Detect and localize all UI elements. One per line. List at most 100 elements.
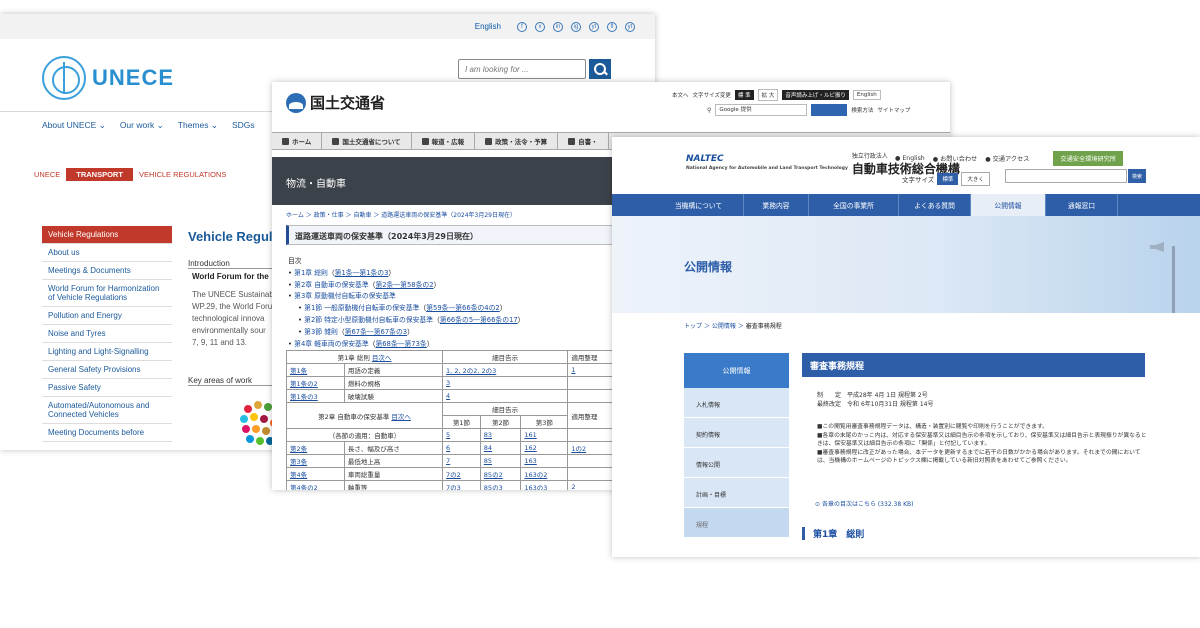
article-link[interactable]: 第1条の3 (286, 389, 345, 403)
detail-link[interactable]: 1, 2, 2の2, 2の3 (442, 363, 569, 377)
crumb-public-info[interactable]: 公開情報 (712, 323, 736, 330)
detail-link[interactable]: 5 (442, 428, 481, 442)
sdg-dot-icon[interactable] (244, 405, 252, 413)
video-icon[interactable]: yt (625, 21, 635, 32)
sdg-dot-icon[interactable] (254, 401, 262, 409)
sdg-dot-icon[interactable] (240, 415, 248, 423)
nav-whitepaper[interactable]: 自書・ (558, 133, 609, 149)
font-large-button[interactable]: 大きく (961, 172, 990, 186)
read-aloud-button[interactable]: 音声読み上げ・ルビ振り (782, 90, 849, 100)
skip-link[interactable]: 本文へ (672, 91, 689, 99)
sidebar-item-meetings[interactable]: Meetings & Documents (42, 262, 172, 280)
ntsel-button[interactable]: 交通安全環境研究所 (1053, 151, 1124, 166)
toc-chapter[interactable]: 第3節 雑則 (304, 328, 338, 336)
sdg-dot-icon[interactable] (250, 413, 258, 421)
sidebar-item-disclosure[interactable]: 情報公開 (684, 448, 789, 478)
sdg-dot-icon[interactable] (246, 435, 254, 443)
article-link[interactable]: 第3条 (286, 454, 345, 468)
font-standard-button[interactable]: 標準 (937, 173, 959, 185)
sdg-dot-icon[interactable] (256, 437, 264, 445)
nav-item[interactable]: 全国の事業所 (809, 194, 899, 216)
article-link[interactable]: 第1条 (286, 363, 345, 377)
font-large-button[interactable]: 拡 大 (757, 89, 779, 101)
detail-link[interactable]: 163の2 (520, 467, 569, 481)
detail-link[interactable]: 163の3 (520, 480, 569, 490)
detail-link[interactable]: 83 (479, 428, 522, 442)
detail-link[interactable]: 85の2 (479, 467, 522, 481)
nav-about[interactable]: 国土交通省について (322, 133, 412, 149)
article-link[interactable]: 第4条 (286, 467, 345, 481)
sidebar-head[interactable]: 公開情報 (684, 353, 789, 388)
unece-logo[interactable]: UNECE (42, 56, 174, 100)
toc-chapter[interactable]: 第2章 自動車の保安基準 (294, 281, 368, 289)
toc-chapter[interactable]: 第3章 原動機付自転車の保安基準 (294, 292, 396, 300)
detail-link[interactable]: 85の3 (479, 480, 522, 490)
toc-link[interactable]: 第68条―第73条 (375, 340, 426, 348)
facebook-icon[interactable]: f (517, 21, 527, 32)
search-input[interactable] (458, 59, 586, 79)
crumb-top[interactable]: トップ (684, 323, 702, 330)
article-link[interactable]: 第1条の2 (286, 376, 345, 390)
nav-themes[interactable]: Themes ⌄ (178, 120, 218, 131)
sdg-dot-icon[interactable] (262, 427, 270, 435)
nav-item[interactable]: よくある質問 (899, 194, 971, 216)
toc-link[interactable]: 第66条の5―第66条の17 (440, 316, 518, 324)
access-link[interactable]: ● 交通アクセス (985, 154, 1029, 163)
toc-link[interactable]: 第59条―第66条の4の2 (426, 304, 500, 312)
search-button[interactable] (811, 104, 848, 116)
language-link[interactable]: English (475, 22, 501, 31)
english-link[interactable]: English (852, 90, 881, 100)
sidebar-item-meeting-docs[interactable]: Meeting Documents before (42, 424, 172, 442)
detail-link[interactable]: 163 (520, 454, 569, 468)
toc-chapter[interactable]: 第2節 特定小型原動機付自転車の保安基準 (304, 316, 433, 324)
nav-about[interactable]: About UNECE ⌄ (42, 120, 106, 131)
sidebar-item-plans[interactable]: 計画・目標 (684, 478, 789, 508)
sdg-dot-icon[interactable] (242, 425, 250, 433)
flickr-icon[interactable]: fl (607, 21, 617, 32)
sidebar-item-vehicle-regulations[interactable]: Vehicle Regulations (42, 226, 172, 244)
detail-link[interactable]: 6 (442, 441, 481, 455)
sidebar-item-world-forum[interactable]: World Forum for Harmonization of Vehicle… (42, 280, 172, 307)
sidebar-item-general-safety[interactable]: General Safety Provisions (42, 361, 172, 379)
detail-link[interactable]: 85 (479, 454, 522, 468)
nav-item[interactable]: 業務内容 (744, 194, 809, 216)
sidebar-item-rules[interactable]: 規程 (684, 508, 789, 538)
crumb-vehicle-regulations[interactable]: VEHICLE REGULATIONS (139, 170, 226, 179)
search-input[interactable] (1005, 169, 1127, 183)
search-help-link[interactable]: 検索方法 (851, 106, 873, 114)
mlit-logo[interactable]: 国土交通省 (286, 92, 385, 113)
sidebar-item-bids[interactable]: 入札情報 (684, 388, 789, 418)
sidebar-item-about[interactable]: About us (42, 244, 172, 262)
nav-press[interactable]: 報道・広報 (412, 133, 476, 149)
nav-item[interactable]: 通報窓口 (1046, 194, 1118, 216)
article-link[interactable]: 第2条 (286, 441, 345, 455)
nav-item[interactable]: 当機構について (654, 194, 744, 216)
linkedin-icon[interactable]: in (553, 21, 563, 32)
search-button[interactable] (589, 59, 611, 79)
sidebar-item-noise[interactable]: Noise and Tyres (42, 325, 172, 343)
nav-our-work[interactable]: Our work ⌄ (120, 120, 164, 131)
font-standard-button[interactable]: 標 準 (734, 90, 754, 100)
x-icon[interactable]: x (535, 21, 545, 32)
sidebar-item-contracts[interactable]: 契約情報 (684, 418, 789, 448)
detail-link[interactable]: 7の3 (442, 480, 481, 490)
detail-link[interactable]: 4 (442, 389, 569, 403)
sdg-dot-icon[interactable] (264, 403, 272, 411)
breadcrumb[interactable]: ホーム ＞ 政策・仕事 ＞ 自動車 ＞ 道路運送車両の保安基準（2024年3月2… (286, 210, 516, 219)
instagram-icon[interactable]: ig (571, 21, 581, 32)
toc-link[interactable]: 第1条―第1条の3 (335, 269, 389, 277)
sidebar-item-pollution[interactable]: Pollution and Energy (42, 307, 172, 325)
detail-link[interactable]: 161 (520, 428, 569, 442)
detail-link[interactable]: 84 (479, 441, 522, 455)
sidebar-item-passive-safety[interactable]: Passive Safety (42, 379, 172, 397)
contact-link[interactable]: ● お問い合わせ (933, 154, 978, 163)
toc-link[interactable]: 第2条―第58条の2 (375, 281, 433, 289)
nav-item[interactable]: 公開情報 (971, 194, 1046, 216)
detail-link[interactable]: 162 (520, 441, 569, 455)
toc-chapter[interactable]: 第4章 軽車両の保安基準 (294, 340, 368, 348)
to-toc-link[interactable]: 目次へ (391, 413, 411, 421)
download-link[interactable]: ⊙ 各章の目次はこちら (332.38 KB) (815, 499, 913, 508)
sdg-dot-icon[interactable] (252, 425, 260, 433)
detail-link[interactable]: 7の2 (442, 467, 481, 481)
nav-policy[interactable]: 政策・法令・予算 (475, 133, 559, 149)
